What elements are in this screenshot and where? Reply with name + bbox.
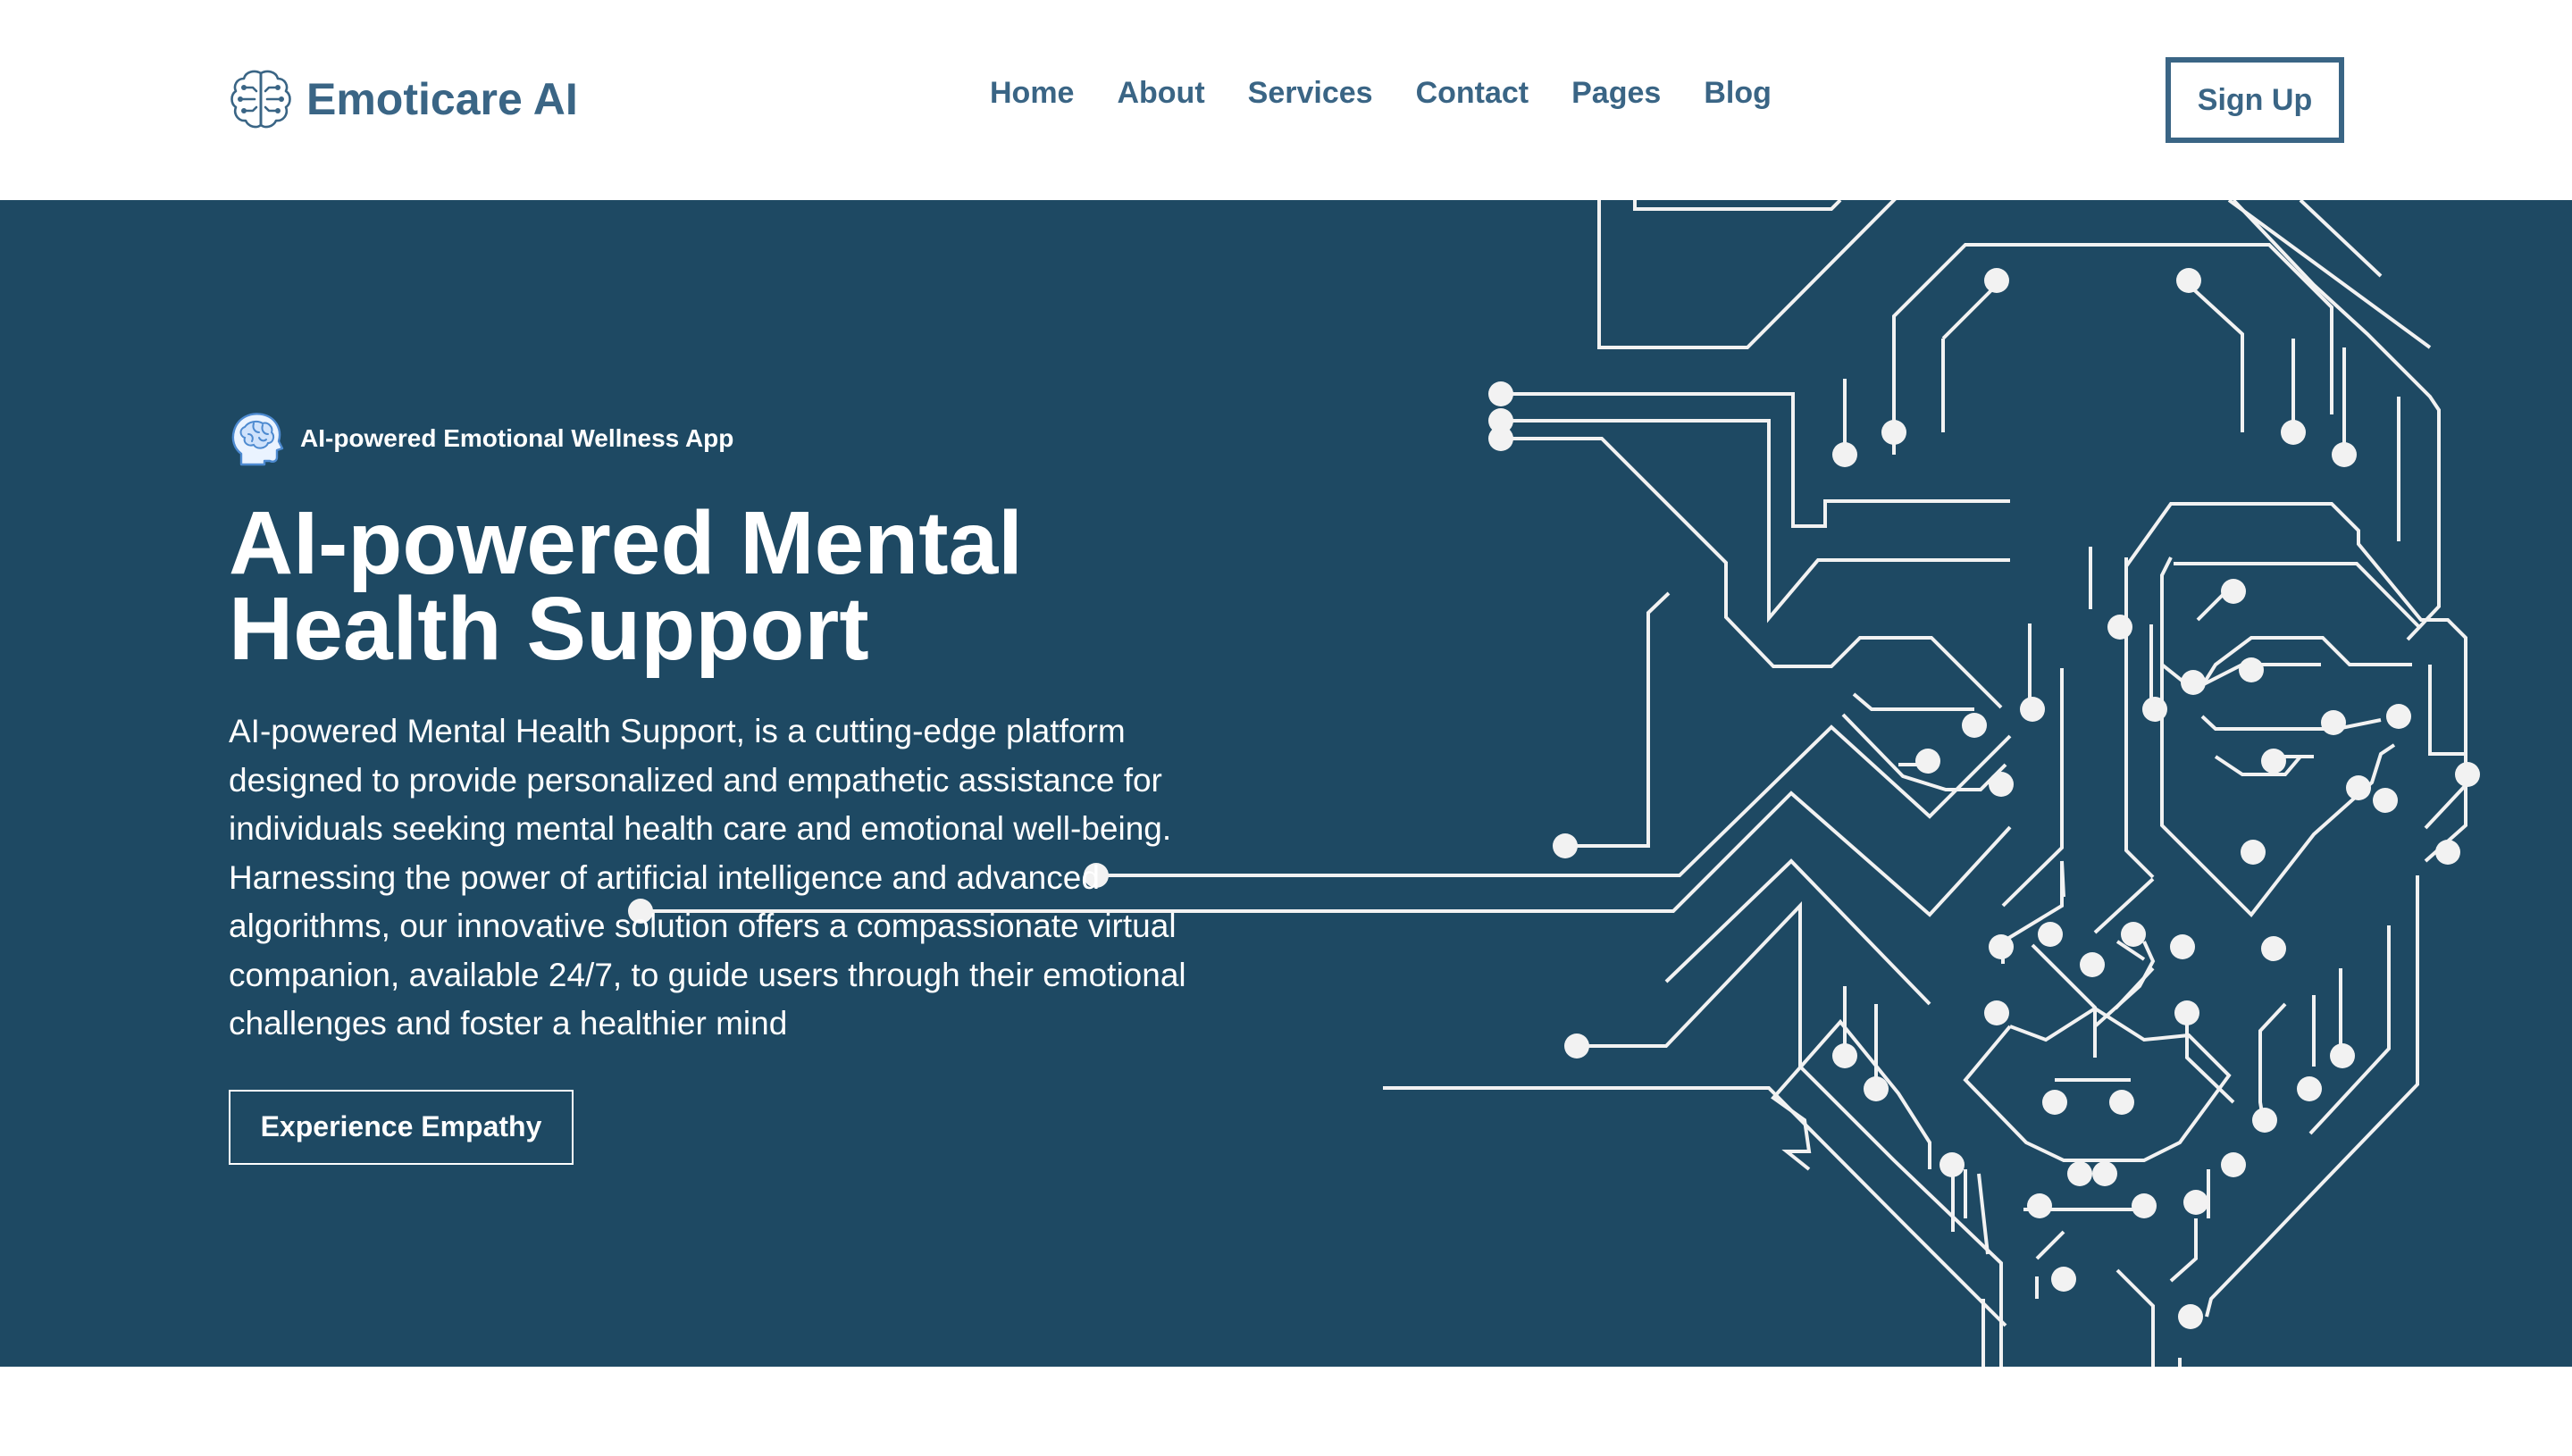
brain-circuit-icon (230, 70, 291, 129)
main-nav: Home About Services Contact Pages Blog (990, 71, 1772, 114)
hero-description: AI-powered Mental Health Support, is a c… (229, 713, 1186, 1042)
hero-section: AI-powered Emotional Wellness App AI-pow… (0, 200, 2572, 1367)
brand-logo[interactable]: Emoticare AI (228, 64, 578, 134)
sign-up-button[interactable]: Sign Up (2166, 57, 2344, 143)
brand-name: Emoticare AI (306, 74, 578, 124)
nav-home[interactable]: Home (990, 76, 1074, 111)
head-brain-icon (231, 413, 284, 466)
tagline-row: AI-powered Emotional Wellness App (229, 407, 1256, 470)
hero-content: AI-powered Emotional Wellness App AI-pow… (229, 407, 1256, 1165)
hero-title: AI-powered Mental Health Support (229, 493, 1023, 679)
nav-services[interactable]: Services (1248, 76, 1373, 111)
nav-pages[interactable]: Pages (1571, 76, 1661, 111)
hero-tagline: AI-powered Emotional Wellness App (300, 424, 734, 452)
site-header: Emoticare AI Home About Services Contact… (0, 0, 2572, 200)
nav-about[interactable]: About (1117, 76, 1204, 111)
experience-empathy-button[interactable]: Experience Empathy (229, 1089, 574, 1165)
nav-blog[interactable]: Blog (1704, 76, 1772, 111)
nav-contact[interactable]: Contact (1416, 76, 1529, 111)
